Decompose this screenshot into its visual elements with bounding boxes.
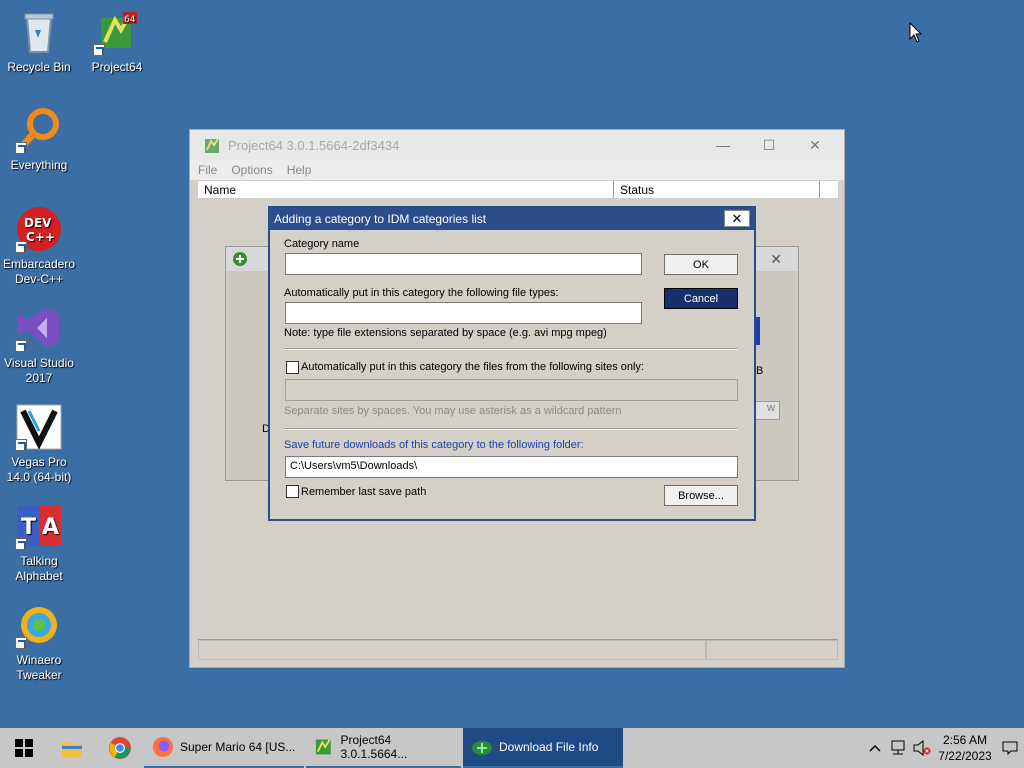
category-name-label: Category name bbox=[284, 238, 360, 250]
shortcut-arrow-icon bbox=[15, 538, 27, 550]
taskbar-item-firefox[interactable]: Super Mario 64 [US... bbox=[144, 728, 304, 768]
notifications-button[interactable] bbox=[996, 741, 1024, 755]
project64-app-icon bbox=[205, 138, 219, 153]
bg-dialog-text-b: B bbox=[756, 365, 764, 377]
desktop-icon-vegas-pro[interactable]: Vegas Pro 14.0 (64-bit) bbox=[0, 403, 78, 485]
clock-date: 7/22/2023 bbox=[938, 749, 992, 763]
menu-help[interactable]: Help bbox=[287, 163, 312, 177]
sites-hint: Separate sites by spaces. You may use as… bbox=[284, 405, 622, 417]
start-button[interactable] bbox=[0, 728, 48, 768]
sites-input[interactable] bbox=[285, 379, 738, 401]
taskbar: Super Mario 64 [US... Project64 3.0.1.56… bbox=[0, 728, 1024, 768]
remember-path-label: Remember last save path bbox=[301, 486, 427, 498]
file-explorer-button[interactable] bbox=[48, 728, 96, 768]
desktop-icon-winaero-tweaker[interactable]: Winaero Tweaker bbox=[0, 601, 78, 683]
desktop-icon-label: Project64 bbox=[91, 60, 143, 74]
add-category-dialog[interactable]: Adding a category to IDM categories list… bbox=[268, 206, 756, 521]
svg-text:C++: C++ bbox=[26, 230, 55, 244]
menu-file[interactable]: File bbox=[198, 163, 217, 177]
download-file-info-close-button[interactable]: ✕ bbox=[770, 251, 782, 268]
desktop-icon-talking-alphabet[interactable]: TA Talking Alphabet bbox=[0, 502, 78, 584]
desktop-icon-visual-studio[interactable]: Visual Studio 2017 bbox=[0, 304, 78, 386]
separator bbox=[284, 428, 738, 430]
column-status[interactable]: Status bbox=[614, 181, 820, 198]
taskbar-item-download-file-info[interactable]: Download File Info bbox=[463, 728, 623, 768]
sites-only-label: Automatically put in this category the f… bbox=[301, 361, 644, 373]
shortcut-arrow-icon bbox=[15, 439, 27, 451]
ok-button[interactable]: OK bbox=[664, 254, 738, 275]
desktop-icon-label: Embarcadero Dev-C++ bbox=[2, 257, 76, 286]
file-types-input[interactable] bbox=[285, 302, 642, 324]
chrome-button[interactable] bbox=[96, 728, 144, 768]
firefox-icon bbox=[153, 737, 173, 757]
chevron-up-icon bbox=[869, 744, 881, 752]
minimize-button[interactable]: — bbox=[700, 130, 746, 160]
save-folder-label: Save future downloads of this category t… bbox=[284, 439, 584, 451]
recycle-bin-icon bbox=[24, 13, 54, 53]
statusbar bbox=[198, 639, 838, 661]
svg-text:64: 64 bbox=[124, 15, 136, 25]
desktop-icon-label: Recycle Bin bbox=[7, 60, 71, 74]
desktop-icon-recycle-bin[interactable]: Recycle Bin bbox=[0, 8, 78, 75]
browse-button[interactable]: Browse... bbox=[664, 485, 738, 506]
shortcut-arrow-icon bbox=[93, 44, 105, 56]
volume-muted-icon bbox=[913, 740, 931, 756]
rom-list-header: Name Status bbox=[198, 181, 838, 199]
svg-text:DEV: DEV bbox=[24, 216, 52, 230]
cancel-button[interactable]: Cancel bbox=[664, 288, 738, 309]
taskbar-item-label: Project64 3.0.1.5664... bbox=[340, 733, 408, 761]
taskbar-item-label: Download File Info bbox=[499, 740, 599, 754]
separator bbox=[284, 348, 738, 350]
file-types-note: Note: type file extensions separated by … bbox=[284, 327, 607, 339]
menubar: File Options Help bbox=[190, 160, 844, 180]
desktop-icon-label: Visual Studio 2017 bbox=[4, 356, 74, 385]
network-tray-button[interactable] bbox=[886, 740, 910, 756]
status-pane-1 bbox=[198, 640, 706, 660]
svg-text:A: A bbox=[42, 515, 59, 540]
windows-logo-icon bbox=[15, 739, 33, 757]
shortcut-arrow-icon bbox=[15, 637, 27, 649]
chrome-icon bbox=[109, 737, 131, 759]
column-name[interactable]: Name bbox=[198, 181, 614, 198]
taskbar-item-label: Super Mario 64 [US... bbox=[180, 740, 296, 754]
desktop-icon-label: Winaero Tweaker bbox=[16, 653, 62, 682]
project64-title: Project64 3.0.1.5664-2df3434 bbox=[228, 137, 400, 153]
desktop-icon-project64[interactable]: 64 Project64 bbox=[78, 8, 156, 75]
maximize-button[interactable]: ☐ bbox=[746, 130, 792, 160]
desktop-icon-label: Vegas Pro 14.0 (64-bit) bbox=[6, 455, 72, 484]
taskbar-clock[interactable]: 2:56 AM 7/22/2023 bbox=[934, 732, 996, 764]
shortcut-arrow-icon bbox=[15, 241, 27, 253]
remember-path-checkbox[interactable] bbox=[286, 485, 299, 498]
idm-app-icon bbox=[233, 252, 247, 266]
idm-icon bbox=[472, 741, 492, 755]
clock-time: 2:56 AM bbox=[942, 733, 988, 747]
dialog-close-button[interactable]: ✕ bbox=[724, 210, 750, 227]
network-icon bbox=[891, 740, 905, 755]
svg-text:T: T bbox=[21, 515, 36, 540]
desktop-icon-everything[interactable]: Everything bbox=[0, 106, 78, 173]
menu-options[interactable]: Options bbox=[231, 163, 272, 177]
add-category-titlebar[interactable]: Adding a category to IDM categories list… bbox=[270, 208, 754, 230]
desktop-icon-devcpp[interactable]: DEV C++ Embarcadero Dev-C++ bbox=[0, 205, 78, 287]
desktop-icon-label: Everything bbox=[10, 158, 68, 172]
project64-icon bbox=[315, 739, 331, 755]
notification-icon bbox=[1002, 741, 1018, 755]
save-folder-input[interactable]: C:\Users\vm5\Downloads\ bbox=[285, 456, 738, 478]
status-pane-2 bbox=[706, 640, 838, 660]
system-tray: 2:56 AM 7/22/2023 bbox=[864, 728, 1024, 768]
folder-icon bbox=[62, 742, 82, 757]
desktop-icon-label: Talking Alphabet bbox=[15, 554, 63, 583]
volume-tray-button[interactable] bbox=[910, 740, 934, 756]
close-button[interactable]: ✕ bbox=[792, 130, 838, 160]
sites-only-checkbox[interactable] bbox=[286, 361, 299, 374]
taskbar-item-project64[interactable]: Project64 3.0.1.5664... bbox=[306, 728, 461, 768]
file-types-label: Automatically put in this category the f… bbox=[284, 287, 559, 299]
shortcut-arrow-icon bbox=[15, 340, 27, 352]
dialog-title: Adding a category to IDM categories list bbox=[274, 212, 487, 226]
mouse-cursor-icon bbox=[909, 22, 923, 43]
shortcut-arrow-icon bbox=[15, 142, 27, 154]
show-hidden-icons-button[interactable] bbox=[864, 744, 886, 752]
category-name-input[interactable] bbox=[285, 253, 642, 275]
